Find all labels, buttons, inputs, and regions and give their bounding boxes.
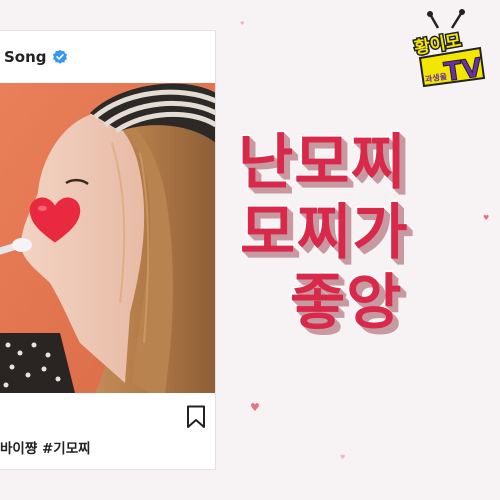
logo-tv-text: TV	[442, 53, 484, 88]
post-caption: 바이쨩 #기모찌	[0, 441, 91, 457]
small-heart-icon: ♥	[483, 214, 490, 222]
title-line-1: 난모찌	[237, 127, 408, 200]
instagram-post-card: Song 바이쨩 #기모찌	[0, 30, 216, 470]
channel-logo-graphic: TV 과생을 황이모	[411, 9, 486, 89]
verified-badge-icon	[52, 49, 67, 64]
small-heart-icon: ♥	[340, 454, 346, 461]
post-photo[interactable]	[0, 83, 215, 393]
title-line-2: 모찌가	[239, 197, 410, 270]
small-heart-icon: ♥	[240, 21, 245, 27]
account-name[interactable]: Song	[4, 48, 47, 66]
small-heart-icon: ♥	[250, 401, 260, 414]
bookmark-icon[interactable]	[186, 405, 206, 429]
title-line-3: 좋앙	[289, 267, 403, 340]
post-header: Song	[0, 31, 215, 83]
channel-logo: TV 과생을 황이모	[408, 8, 488, 90]
post-action-bar	[0, 393, 215, 433]
heart-sticker-icon	[29, 197, 81, 243]
title-text-block: 난모찌 모찌가 좋앙	[237, 127, 468, 348]
